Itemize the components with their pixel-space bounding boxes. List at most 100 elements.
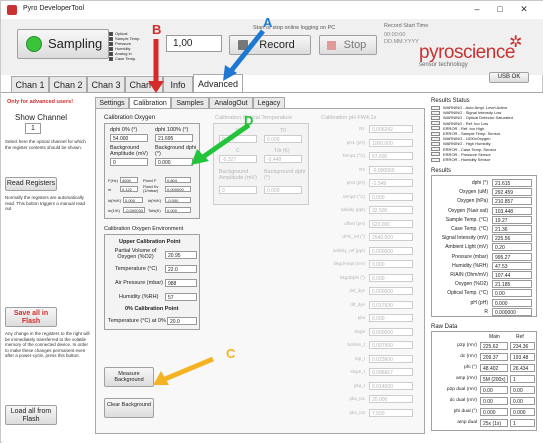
ph-row-input[interactable]: 0.096667 — [369, 368, 413, 376]
status-led-icon — [431, 105, 440, 110]
result-value: 47.53 — [492, 261, 532, 270]
ph-row-input[interactable]: 57.600 — [369, 152, 413, 160]
air-pressure-input[interactable]: 988 — [165, 279, 197, 287]
ph-row-input[interactable]: 0.017930 — [369, 300, 413, 309]
label-a: A — [263, 15, 273, 30]
ph-row-input[interactable]: 0.000 — [369, 314, 413, 322]
load-all-flash-button[interactable]: Load all from Flash — [5, 405, 57, 425]
result-value: 0.00 — [492, 289, 532, 298]
tab-info[interactable]: Info — [163, 76, 193, 93]
checkbox[interactable] — [109, 31, 113, 36]
kt2-input[interactable]: -0.000 — [165, 197, 191, 203]
close-button[interactable]: ✕ — [515, 3, 533, 16]
minimize-button[interactable]: – — [468, 3, 486, 16]
measure-background-button[interactable]: Measure Background — [104, 367, 154, 387]
raw-main-header: Main — [489, 334, 500, 340]
env-temp-input[interactable]: 22.0 — [165, 265, 197, 273]
maximize-button[interactable]: □ — [491, 3, 509, 16]
ph-row-label: slope — [354, 328, 365, 334]
ph-row-label: Temp1 (°C) — [342, 153, 365, 158]
fixed-f-radio[interactable]: Fixed F — [143, 178, 156, 183]
ph-row-input[interactable]: 0.014000 — [369, 381, 413, 390]
checkbox[interactable] — [109, 36, 113, 41]
checkbox[interactable] — [109, 51, 113, 56]
ph-row-input[interactable]: -0.000060 — [369, 165, 413, 174]
f-input[interactable]: 4000 — [120, 177, 138, 183]
tab-chan-2[interactable]: Chan 2 — [49, 76, 87, 93]
opt-bg-amp-input[interactable]: 0 — [219, 186, 257, 194]
result-label: Oxygen (%O2) — [454, 281, 488, 288]
results-group: dphi (°) 21.615 Oxygen (uM) 292.459 Oxygen (… — [431, 175, 537, 317]
partial-volume-input[interactable]: 20.95 — [165, 251, 197, 259]
result-label: Oxygen (uM) — [459, 189, 488, 196]
zero-temp-input[interactable]: 20.0 — [167, 317, 197, 325]
raw-main-value: 25x (1x) — [480, 419, 508, 427]
result-value: 0.000000 — [492, 307, 532, 316]
status-led-icon — [431, 147, 440, 152]
partial-volume-label: Partial Volume of Oxygen (%O2) — [114, 248, 157, 260]
cal-ph-list: R1 0.006242 pH1 (pH) 1000.000 Temp1 (°C) 57.6… — [315, 125, 420, 425]
usb-status-button[interactable]: USB OK — [489, 72, 529, 83]
checkbox[interactable] — [109, 56, 113, 61]
arrow-a — [223, 29, 265, 81]
ph-row-input[interactable]: 0.000000 — [369, 246, 413, 255]
checkbox[interactable] — [109, 46, 113, 51]
m-input[interactable]: 0.122 — [120, 186, 138, 192]
fixed-kv-radio[interactable]: Fixed Kv (1/mbar) — [143, 185, 165, 193]
raw-ref-value: 193.48 — [510, 353, 535, 361]
ph-row-label: pH1 (pH) — [346, 139, 365, 145]
channel-help-text: Select here the optical channel for whic… — [5, 139, 86, 150]
status-led-icon — [431, 126, 440, 131]
ph-row-input[interactable]: 2540.000 — [369, 233, 413, 241]
fixed-f-input[interactable]: 0.804 — [165, 177, 191, 183]
ph-row-input[interactable]: 623.000 — [369, 219, 413, 228]
ph-row-input[interactable]: 0.000 — [369, 273, 413, 282]
ph-row-input[interactable]: 0.000 — [369, 260, 413, 268]
clear-background-button[interactable]: Clear Background — [104, 398, 154, 418]
checkbox[interactable] — [109, 41, 113, 46]
ph-row-input[interactable]: 0.023600 — [369, 354, 413, 363]
channel-selector[interactable]: 1 — [25, 123, 41, 134]
raw-main-value: 0.00 — [480, 397, 508, 405]
save-all-flash-button[interactable]: Save all in Flash — [5, 307, 57, 327]
env-group: Upper Calibration Point Partial Volume o… — [104, 234, 200, 330]
raw-label: phi dual (°) — [453, 409, 477, 414]
result-value: 21.615 — [492, 179, 532, 187]
ph-row-input[interactable]: 0.000 — [369, 192, 413, 201]
opt-bg-dphi-input[interactable]: 0.000 — [264, 186, 302, 194]
ph-row-input[interactable]: 0.000000 — [369, 327, 413, 336]
tofs-input[interactable]: 0.000 — [165, 207, 191, 213]
stop-button[interactable]: Stop — [319, 35, 377, 55]
tab-chan-3[interactable]: Chan 3 — [87, 76, 125, 93]
ph-row-input[interactable]: 0.000000 — [369, 287, 413, 295]
humidity-input[interactable]: 57 — [165, 293, 197, 301]
ph-row-input[interactable]: 7.500 — [369, 408, 413, 417]
kt-input[interactable]: 0.000 — [123, 197, 143, 203]
bg-amplitude-input[interactable]: 0 — [110, 158, 148, 166]
m1k-input[interactable]: -0.000033 — [123, 207, 145, 213]
ph-row-input[interactable]: 0.007500 — [369, 341, 413, 349]
tdr-input[interactable]: -0.448 — [264, 155, 302, 163]
status-led-icon — [431, 115, 440, 120]
ph-row-input[interactable]: 20.000 — [369, 395, 413, 403]
app-icon — [7, 5, 17, 15]
ph-row-input[interactable]: 32.500 — [369, 206, 413, 214]
ph-row-input[interactable]: 1000.000 — [369, 138, 413, 147]
ph-row-input[interactable]: -1.549 — [369, 179, 413, 187]
read-registers-button[interactable]: Read Registers — [5, 177, 57, 191]
raw-label: phi (°) — [464, 365, 477, 370]
tab-chan-1[interactable]: Chan 1 — [11, 76, 49, 93]
env-title: Calibration Oxygen Environment — [104, 226, 184, 232]
status-led-icon — [431, 152, 440, 157]
ph-row-label: bkgdDphi (°) — [339, 274, 365, 280]
label-c: C — [226, 346, 236, 361]
t0-input[interactable]: 0.000 — [264, 135, 302, 143]
sampling-button[interactable]: Sampling — [17, 29, 109, 59]
dphi0-input[interactable]: 54.000 — [110, 134, 148, 142]
status-item: ERROR - Humidity Sensor — [443, 157, 491, 162]
interval-input[interactable]: 1,00 — [166, 35, 222, 52]
record-start-date: DD.MM.YYYY — [384, 39, 419, 45]
show-channel-label: Show Channel — [15, 113, 68, 122]
ph-row-input[interactable]: 0.006242 — [369, 125, 413, 133]
fixed-kv-input[interactable]: 0.000000 — [165, 186, 191, 192]
